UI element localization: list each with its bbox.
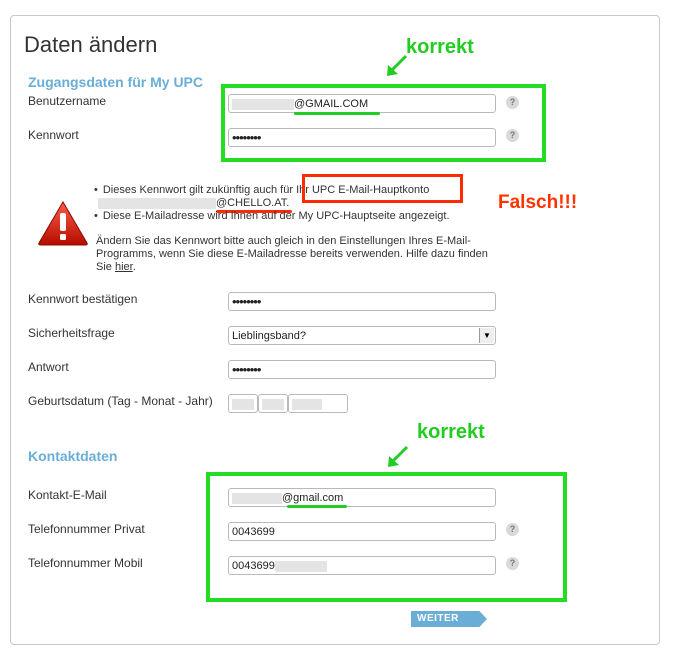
birth-year-input[interactable] <box>288 394 348 413</box>
redacted-block <box>262 398 284 410</box>
weiter-button[interactable]: WEITER <box>411 611 487 627</box>
redacted-block <box>232 398 254 410</box>
section-access-title: Zugangsdaten für My UPC <box>28 74 204 90</box>
birthdate-label: Geburtsdatum (Tag - Monat - Jahr) <box>28 394 213 408</box>
notice-help-text: Ändern Sie das Kennwort bitte auch gleic… <box>96 235 488 273</box>
redacted-block <box>98 197 216 209</box>
warning-icon <box>38 201 88 246</box>
redacted-block <box>274 560 327 572</box>
green-arrow-icon <box>387 54 408 76</box>
green-arrow-icon <box>388 445 409 467</box>
phone-mobile-label: Telefonnummer Mobil <box>28 556 143 570</box>
phone-mobile-input[interactable]: 0043699 <box>228 556 496 575</box>
redacted-block <box>232 98 294 110</box>
contact-email-label: Kontakt-E-Mail <box>28 488 107 502</box>
notice-help-text-end: . <box>132 261 136 273</box>
annotation-underline-contact-email <box>287 505 347 508</box>
birth-day-input[interactable] <box>228 394 258 413</box>
phone-mobile-value: 0043699 <box>232 560 275 572</box>
annotation-falsch: Falsch!!! <box>498 192 578 213</box>
confirm-password-label: Kennwort bestätigen <box>28 292 138 306</box>
answer-label: Antwort <box>28 360 69 374</box>
contact-email-value: @gmail.com <box>282 492 344 504</box>
username-value: @GMAIL.COM <box>294 98 369 110</box>
help-icon[interactable]: ? <box>506 96 519 109</box>
section-contact-title: Kontaktdaten <box>28 448 118 464</box>
security-question-label: Sicherheitsfrage <box>28 326 115 340</box>
notice-email-domain: @CHELLO.AT. <box>216 197 290 209</box>
phone-private-input[interactable]: 0043699 <box>228 522 496 541</box>
contact-email-input[interactable]: @gmail.com <box>228 488 496 507</box>
security-question-value: Lieblingsband? <box>232 330 307 342</box>
password-input[interactable]: •••••••• <box>228 128 496 147</box>
username-input[interactable]: @GMAIL.COM <box>228 94 496 113</box>
notice-line-1b: @CHELLO.AT. <box>98 197 289 210</box>
chevron-down-icon[interactable]: ▼ <box>479 328 494 343</box>
annotation-box-upc-mail <box>302 174 463 203</box>
password-label: Kennwort <box>28 128 79 142</box>
help-link[interactable]: hier <box>115 261 133 273</box>
annotation-korrekt-top: korrekt <box>406 36 474 58</box>
birth-month-input[interactable] <box>258 394 288 413</box>
help-icon[interactable]: ? <box>506 129 519 142</box>
redacted-block <box>292 398 322 410</box>
username-label: Benutzername <box>28 94 107 108</box>
page-title: Daten ändern <box>24 32 158 57</box>
phone-private-label: Telefonnummer Privat <box>28 522 145 536</box>
confirm-password-input[interactable]: •••••••• <box>228 292 496 311</box>
redacted-block <box>232 492 282 504</box>
security-question-select[interactable]: Lieblingsband? ▼ <box>228 326 496 345</box>
notice-line-2: Diese E-Mailadresse wird Ihnen auf der M… <box>94 210 494 223</box>
notice-line-3: Ändern Sie das Kennwort bitte auch gleic… <box>96 235 496 274</box>
annotation-underline-username <box>294 112 380 115</box>
annotation-korrekt-bottom: korrekt <box>417 421 485 443</box>
help-icon[interactable]: ? <box>506 557 519 570</box>
help-icon[interactable]: ? <box>506 523 519 536</box>
answer-input[interactable]: •••••••• <box>228 360 496 379</box>
